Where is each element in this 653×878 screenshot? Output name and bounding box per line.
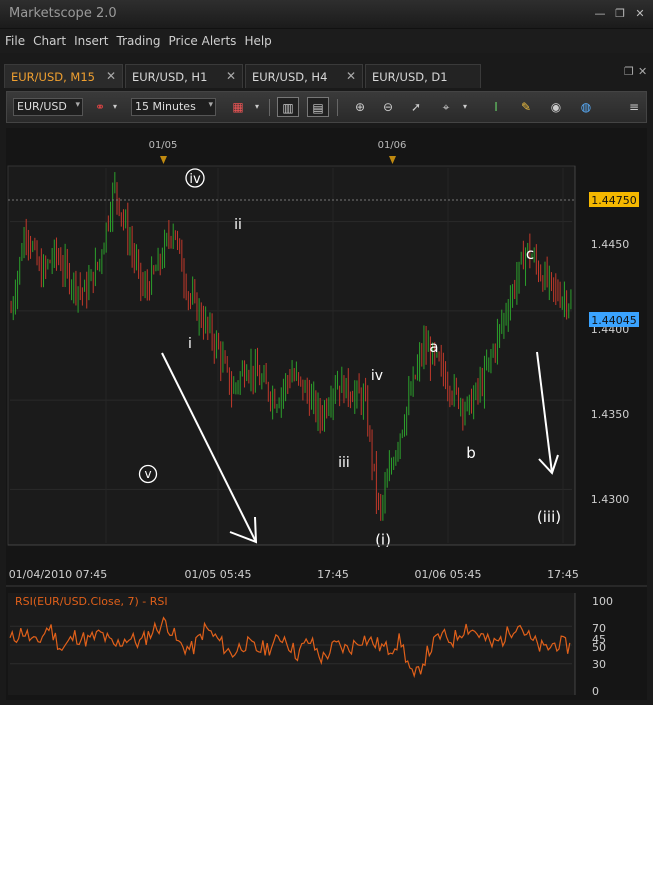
title-bar: Marketscope 2.0 — ❐ ✕ — [0, 0, 653, 29]
tab-eurusd-d1[interactable]: EUR/USD, D1 — [365, 64, 481, 88]
cursor-icon[interactable]: ➚ — [405, 97, 427, 117]
price-tag-current-text: 1.44045 — [591, 314, 637, 327]
wave-label: v — [144, 467, 151, 481]
menu-file[interactable]: File — [0, 29, 28, 48]
menu-icon[interactable]: ≡ — [623, 97, 645, 117]
window-title: Marketscope 2.0 — [9, 6, 117, 21]
tab-label: EUR/USD, H1 — [132, 70, 208, 84]
chevron-down-icon[interactable]: ▾ — [251, 97, 263, 117]
separator — [337, 99, 338, 116]
timeframe-select[interactable]: 15 Minutes ▾ — [131, 98, 216, 116]
chevron-down-icon[interactable]: ▾ — [459, 97, 471, 117]
separator — [269, 99, 270, 116]
wave-label: iv — [371, 368, 383, 384]
chart-area: 01/05 01/06 1.4450 1.4400 1.4350 1.4300 … — [6, 128, 647, 700]
tab-eurusd-h4[interactable]: EUR/USD, H4 ✕ — [245, 64, 363, 88]
close-tab-icon[interactable]: ✕ — [226, 69, 236, 83]
wave-label: b — [466, 444, 476, 462]
price-tag-high-text: 1.44750 — [591, 194, 637, 207]
y-tick: 1.4350 — [591, 408, 630, 421]
tab-eurusd-h1[interactable]: EUR/USD, H1 ✕ — [125, 64, 243, 88]
chevron-down-icon: ▾ — [75, 100, 80, 110]
rsi-title: RSI(EUR/USD.Close, 7) - RSI — [15, 595, 168, 608]
wave-label: ii — [234, 217, 242, 233]
link-icon[interactable]: ⚭ — [89, 97, 111, 117]
wave-label: iv — [189, 172, 201, 187]
zoom-in-icon[interactable]: ⊕ — [349, 97, 371, 117]
tab-label: EUR/USD, H4 — [252, 70, 328, 84]
tab-label: EUR/USD, D1 — [372, 70, 448, 84]
close-tab-icon[interactable]: ✕ — [106, 69, 116, 83]
y-tick: 1.4450 — [591, 238, 630, 251]
x-tick: 01/04/2010 07:45 — [9, 568, 108, 581]
menu-price-alerts[interactable]: Price Alerts — [164, 29, 240, 48]
chevron-down-icon[interactable]: ▾ — [109, 97, 121, 117]
close-panel-icon[interactable]: ✕ — [638, 65, 647, 78]
candles-mode-icon[interactable]: ▥ — [277, 97, 299, 117]
eye-icon[interactable]: ◉ — [545, 97, 567, 117]
chart-type-icon[interactable]: ▦ — [227, 97, 249, 117]
tab-eurusd-m15[interactable]: EUR/USD, M15 ✕ — [4, 64, 123, 88]
price-pane — [7, 165, 576, 546]
x-tick: 17:45 — [317, 568, 349, 581]
x-tick: 01/06 05:45 — [415, 568, 482, 581]
globe-icon[interactable]: ◍ — [575, 97, 597, 117]
rsi-current-tick: 45 — [592, 633, 606, 646]
marketscope-window: Marketscope 2.0 — ❐ ✕ File Chart Insert Tra… — [0, 0, 653, 705]
rsi-tick: 30 — [592, 658, 606, 671]
chart-tabs: EUR/USD, M15 ✕ EUR/USD, H1 ✕ EUR/USD, H4 ✕ … — [0, 60, 653, 88]
restore-panel-icon[interactable]: ❐ — [624, 65, 634, 78]
menu-help[interactable]: Help — [239, 29, 274, 48]
y-tick: 1.4300 — [591, 493, 630, 506]
chart-canvas[interactable]: 01/05 01/06 1.4450 1.4400 1.4350 1.4300 … — [6, 128, 647, 700]
rsi-tick: 100 — [592, 595, 613, 608]
menu-chart[interactable]: Chart — [28, 29, 69, 48]
restore-icon[interactable]: ❐ — [612, 6, 628, 22]
x-tick: 17:45 — [547, 568, 579, 581]
rsi-pane — [8, 593, 575, 695]
wave-label: c — [526, 245, 534, 263]
menu-bar: File Chart Insert Trading Price Alerts Help — [0, 29, 653, 53]
overlay-mode-icon[interactable]: ▤ — [307, 97, 329, 117]
rsi-tick: 0 — [592, 685, 599, 698]
wave-label: iii — [338, 455, 350, 471]
indicator-icon[interactable]: Ӏ — [485, 97, 507, 117]
close-tab-icon[interactable]: ✕ — [346, 69, 356, 83]
edit-icon[interactable]: ✎ — [515, 97, 537, 117]
wave-label: i — [188, 336, 192, 352]
zoom-out-icon[interactable]: ⊖ — [377, 97, 399, 117]
session-label: 01/05 — [149, 140, 178, 151]
x-tick: 01/05 05:45 — [185, 568, 252, 581]
wave-label: (i) — [375, 531, 391, 549]
minimize-icon[interactable]: — — [592, 6, 608, 22]
chevron-down-icon: ▾ — [208, 100, 213, 110]
tab-label: EUR/USD, M15 — [11, 70, 95, 84]
session-label: 01/06 — [378, 140, 407, 151]
menu-trading[interactable]: Trading — [112, 29, 164, 48]
wave-label: a — [429, 338, 438, 356]
symbol-select[interactable]: EUR/USD ▾ — [13, 98, 83, 116]
crosshair-icon[interactable]: ⌖ — [435, 97, 457, 117]
menu-insert[interactable]: Insert — [69, 29, 111, 48]
timeframe-value: 15 Minutes — [135, 100, 196, 113]
close-icon[interactable]: ✕ — [632, 6, 648, 22]
symbol-value: EUR/USD — [17, 100, 67, 113]
chart-toolbar: EUR/USD ▾ ⚭ ▾ 15 Minutes ▾ ▦ ▾ ▥ ▤ ⊕ ⊖ ➚ ⌖… — [6, 91, 647, 123]
wave-label: (iii) — [537, 508, 561, 526]
